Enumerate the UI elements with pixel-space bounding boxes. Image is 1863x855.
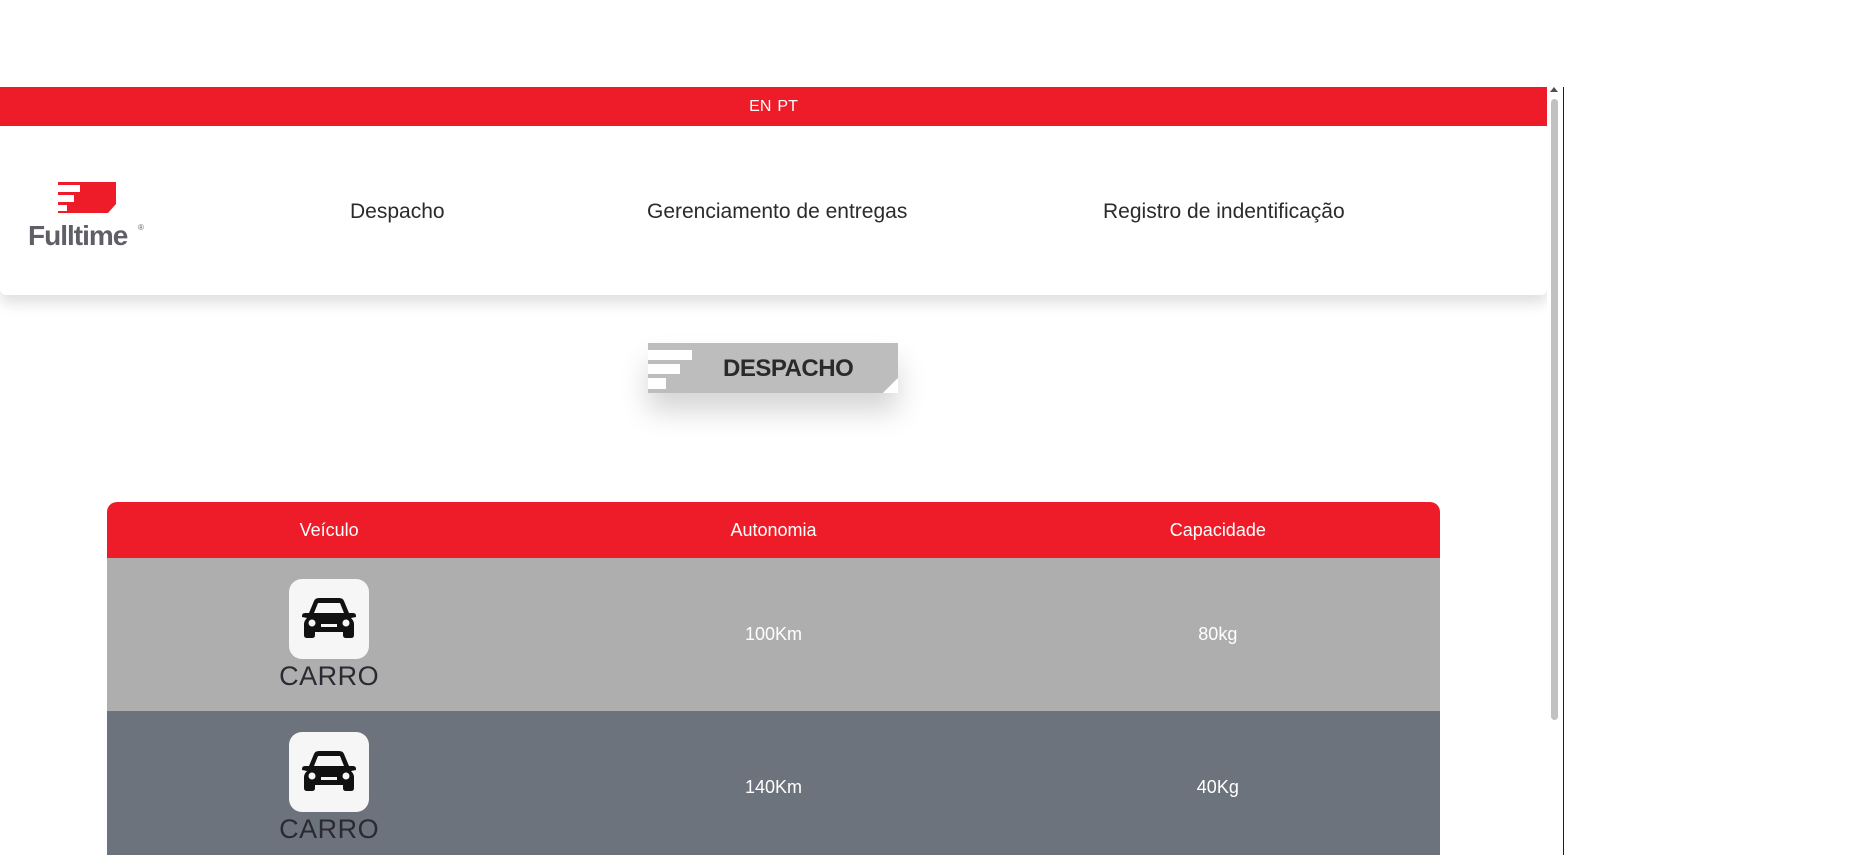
nav-item-registro-de-identificacao[interactable]: Registro de indentificação bbox=[1103, 200, 1345, 224]
svg-text:Fulltime: Fulltime bbox=[28, 220, 128, 248]
vehicle-icon-box[interactable] bbox=[289, 731, 370, 812]
nav-item-despacho[interactable]: Despacho bbox=[350, 200, 445, 224]
autonomy-cell: 140Km bbox=[744, 777, 803, 797]
page-title: DESPACHO bbox=[723, 355, 853, 382]
scrollbar-thumb[interactable] bbox=[1551, 99, 1558, 720]
browser-viewport: EN PT Fulltime ® Despacho Gerenciamento … bbox=[0, 87, 1564, 855]
autonomy-cell: 100Km bbox=[744, 624, 803, 644]
vertical-scrollbar[interactable] bbox=[1547, 87, 1562, 855]
vehicle-icon-box[interactable] bbox=[289, 578, 370, 659]
capacity-cell: 40Kg bbox=[1196, 777, 1239, 797]
despacho-badge-graphic: DESPACHO bbox=[648, 343, 898, 393]
column-header-capacidade: Capacidade bbox=[1169, 519, 1266, 540]
vehicle-cell: CARRO bbox=[107, 577, 551, 693]
language-pt-link[interactable]: PT bbox=[777, 98, 797, 116]
language-bar: EN PT bbox=[0, 87, 1547, 126]
column-header-autonomia: Autonomia bbox=[730, 519, 817, 540]
scroll-up-arrow-icon[interactable] bbox=[1550, 87, 1558, 92]
fulltime-logo[interactable]: Fulltime ® bbox=[28, 182, 146, 251]
column-header-veiculo: Veículo bbox=[299, 519, 359, 540]
car-icon bbox=[302, 597, 357, 638]
main-navbar: Fulltime ® Despacho Gerenciamento de ent… bbox=[0, 126, 1547, 295]
svg-text:®: ® bbox=[138, 223, 144, 232]
capacity-cell: 80kg bbox=[1198, 624, 1238, 644]
vehicle-name: CARRO bbox=[279, 660, 380, 691]
table-row[interactable]: CARRO 140Km 40Kg bbox=[107, 711, 1440, 855]
language-en-link[interactable]: EN bbox=[749, 98, 771, 116]
vehicle-cell: CARRO bbox=[107, 730, 551, 846]
vehicle-name: CARRO bbox=[279, 813, 380, 844]
despacho-page-badge: DESPACHO bbox=[648, 343, 898, 393]
table-row[interactable]: CARRO 100Km 80kg bbox=[107, 558, 1440, 711]
fulltime-logo-mark: Fulltime ® bbox=[28, 182, 144, 251]
nav-item-gerenciamento-de-entregas[interactable]: Gerenciamento de entregas bbox=[647, 200, 907, 224]
car-icon bbox=[302, 750, 357, 791]
vehicle-table: Veículo Autonomia Capacidade CARRO 100Km bbox=[107, 502, 1440, 855]
table-header-row: Veículo Autonomia Capacidade bbox=[107, 502, 1440, 558]
